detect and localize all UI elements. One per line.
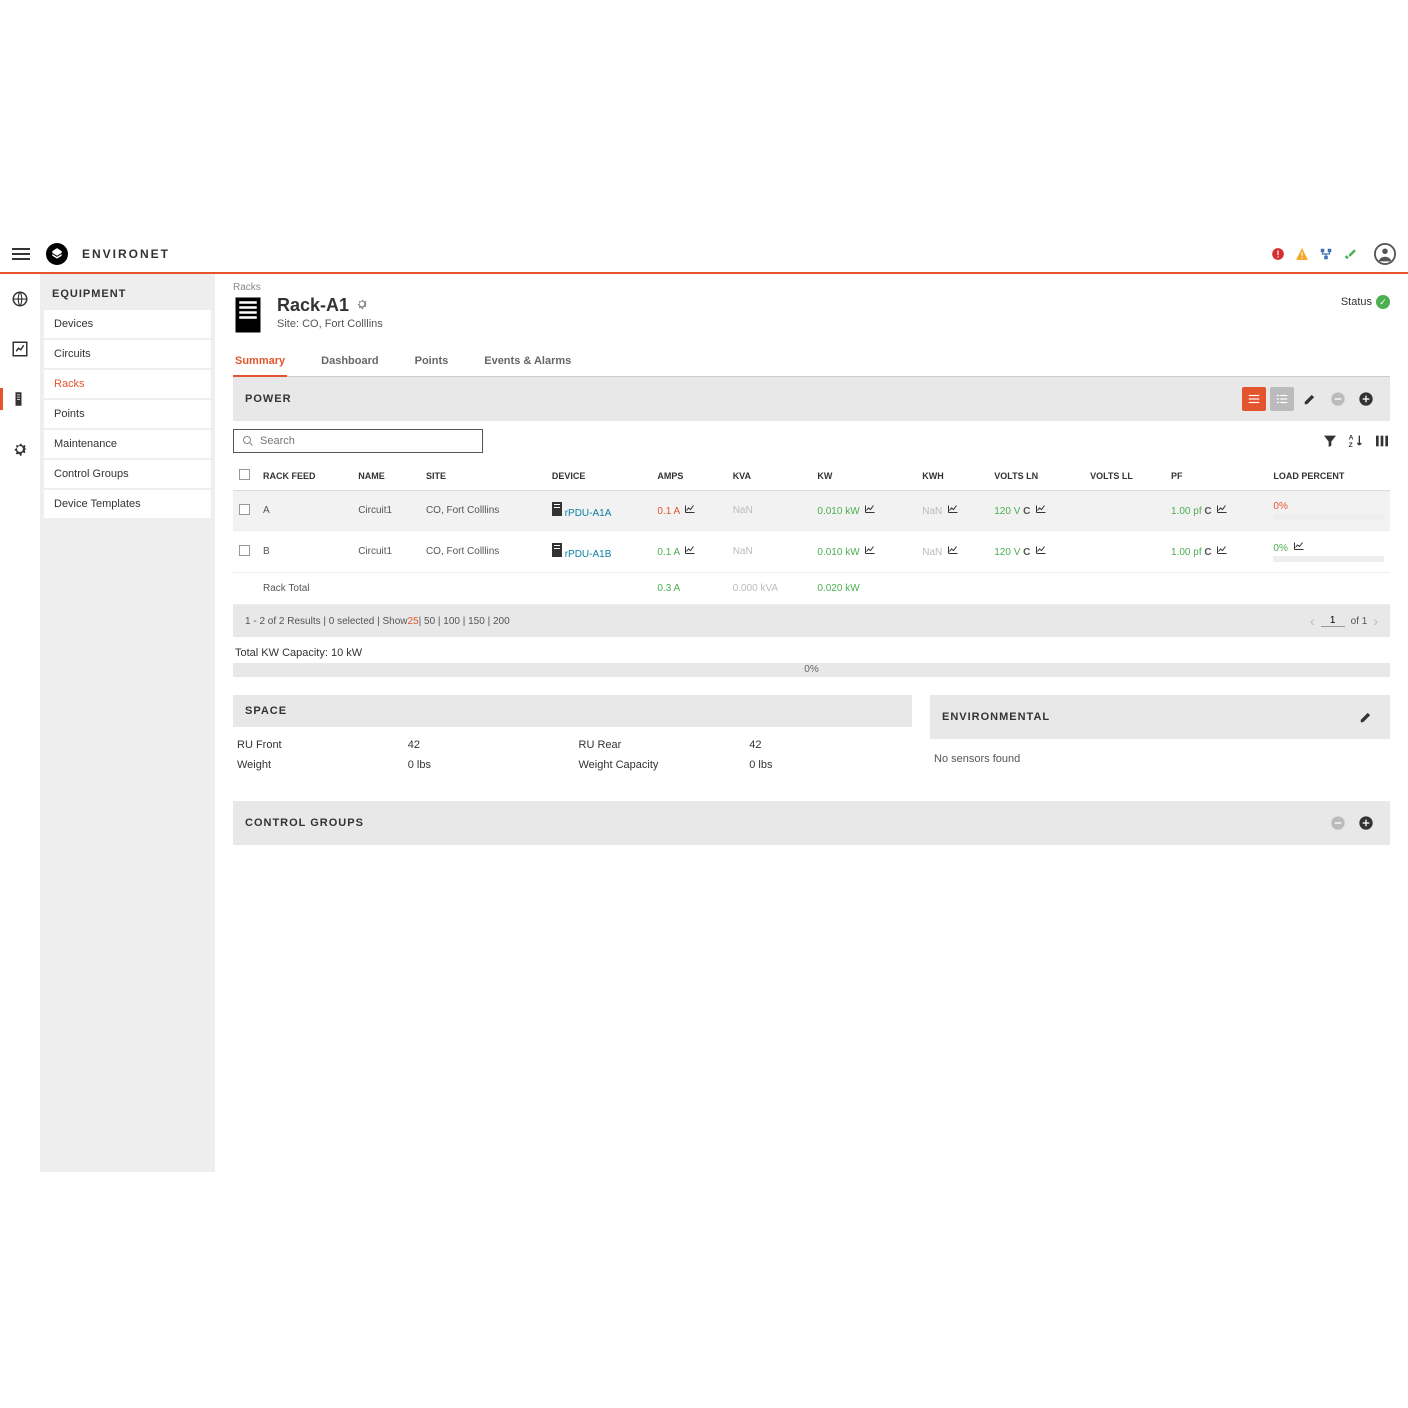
rail-settings[interactable] — [0, 434, 40, 464]
sidebar-item-racks[interactable]: Racks — [44, 370, 211, 398]
sidebar-title: EQUIPMENT — [44, 282, 211, 310]
environmental-body: No sensors found — [930, 739, 1390, 779]
trend-icon[interactable] — [864, 504, 876, 517]
control-groups-section-header: CONTROL GROUPS — [233, 801, 1390, 845]
tools-icon[interactable] — [1342, 246, 1358, 262]
user-account-icon[interactable] — [1374, 243, 1396, 265]
page-size-25[interactable]: 25 — [408, 616, 419, 627]
hamburger-menu[interactable] — [12, 248, 30, 260]
tab-events-alarms[interactable]: Events & Alarms — [482, 347, 573, 377]
pdu-icon — [552, 502, 562, 516]
gear-icon[interactable] — [355, 295, 369, 316]
search-icon — [242, 435, 254, 447]
sidebar-item-control-groups[interactable]: Control Groups — [44, 460, 211, 488]
trend-icon[interactable] — [947, 545, 959, 558]
add-cg-button[interactable] — [1354, 811, 1378, 835]
load-bar — [1273, 556, 1384, 562]
tab-points[interactable]: Points — [413, 347, 451, 377]
space-grid: RU Front 42 RU Rear 42 Weight 0 lbs Weig… — [233, 727, 912, 783]
view-grid-button[interactable] — [1270, 387, 1294, 411]
tab-summary[interactable]: Summary — [233, 347, 287, 377]
trend-icon[interactable] — [684, 545, 696, 558]
topbar: ENVIRONET — [0, 236, 1408, 274]
pdu-icon — [552, 543, 562, 557]
rail-globe[interactable] — [0, 284, 40, 314]
capacity-label: Total KW Capacity: 10 kW — [233, 637, 1390, 663]
status-ok-icon: ✓ — [1376, 295, 1390, 309]
power-table: RACK FEED NAME SITE DEVICE AMPS KVA KW K… — [233, 461, 1390, 605]
table-row[interactable]: A Circuit1 CO, Fort Colllins rPDU-A1A 0.… — [233, 491, 1390, 531]
main-content: Racks Rack-A1 Site: CO, Fort Colllins St… — [215, 274, 1408, 1172]
app-title: ENVIRONET — [82, 247, 170, 261]
trend-icon[interactable] — [684, 504, 696, 517]
tabs: Summary Dashboard Points Events & Alarms — [233, 347, 1390, 377]
network-icon[interactable] — [1318, 246, 1334, 262]
error-icon[interactable] — [1270, 246, 1286, 262]
remove-cg-button[interactable] — [1326, 811, 1350, 835]
sidebar-item-circuits[interactable]: Circuits — [44, 340, 211, 368]
remove-button[interactable] — [1326, 387, 1350, 411]
space-section-header: SPACE — [233, 695, 912, 727]
trend-icon[interactable] — [1035, 504, 1047, 517]
device-link[interactable]: rPDU-A1A — [565, 508, 612, 519]
columns-icon[interactable] — [1374, 433, 1390, 449]
table-row[interactable]: B Circuit1 CO, Fort Colllins rPDU-A1B 0.… — [233, 531, 1390, 573]
status-indicator: Status ✓ — [1341, 295, 1390, 309]
table-row-total: Rack Total 0.3 A 0.000 kVA 0.020 kW — [233, 573, 1390, 605]
sidebar-item-devices[interactable]: Devices — [44, 310, 211, 338]
rack-icon — [233, 295, 263, 335]
sidebar: EQUIPMENT Devices Circuits Racks Points … — [40, 274, 215, 1172]
page-title: Rack-A1 — [277, 295, 383, 316]
edit-environmental-button[interactable] — [1354, 705, 1378, 729]
page-site: Site: CO, Fort Colllins — [277, 318, 383, 330]
warning-icon[interactable] — [1294, 246, 1310, 262]
view-list-button[interactable] — [1242, 387, 1266, 411]
pagination: 1 - 2 of 2 Results | 0 selected | Show 2… — [233, 605, 1390, 637]
environmental-section-header: ENVIRONMENTAL — [930, 695, 1390, 739]
trend-icon[interactable] — [1216, 504, 1228, 517]
rail-dashboard[interactable] — [0, 334, 40, 364]
rail-equipment[interactable] — [0, 384, 40, 414]
add-button[interactable] — [1354, 387, 1378, 411]
capacity-bar: 0% — [233, 663, 1390, 677]
trend-icon[interactable] — [947, 504, 959, 517]
svg-text:Z: Z — [1349, 442, 1353, 449]
sort-icon[interactable]: AZ — [1348, 433, 1364, 449]
filter-icon[interactable] — [1322, 433, 1338, 449]
icon-rail — [0, 274, 40, 1172]
edit-button[interactable] — [1298, 387, 1322, 411]
sidebar-item-points[interactable]: Points — [44, 400, 211, 428]
row-checkbox[interactable] — [239, 545, 250, 556]
app-logo — [46, 243, 68, 265]
breadcrumb[interactable]: Racks — [233, 282, 1390, 293]
trend-icon[interactable] — [864, 545, 876, 558]
page-size-options[interactable]: | 50 | 100 | 150 | 200 — [419, 616, 510, 627]
load-bar — [1273, 514, 1384, 520]
search-box[interactable] — [233, 429, 483, 453]
sidebar-item-maintenance[interactable]: Maintenance — [44, 430, 211, 458]
trend-icon[interactable] — [1293, 541, 1305, 554]
search-input[interactable] — [260, 435, 474, 447]
sidebar-item-device-templates[interactable]: Device Templates — [44, 490, 211, 518]
power-section-header: POWER — [233, 377, 1390, 421]
trend-icon[interactable] — [1035, 545, 1047, 558]
next-page-icon[interactable]: › — [1373, 613, 1378, 629]
svg-text:A: A — [1349, 435, 1354, 442]
select-all-checkbox[interactable] — [239, 469, 250, 480]
trend-icon[interactable] — [1216, 545, 1228, 558]
tab-dashboard[interactable]: Dashboard — [319, 347, 380, 377]
row-checkbox[interactable] — [239, 504, 250, 515]
device-link[interactable]: rPDU-A1B — [565, 549, 612, 560]
prev-page-icon[interactable]: ‹ — [1310, 613, 1315, 629]
page-number-input[interactable] — [1321, 615, 1345, 627]
